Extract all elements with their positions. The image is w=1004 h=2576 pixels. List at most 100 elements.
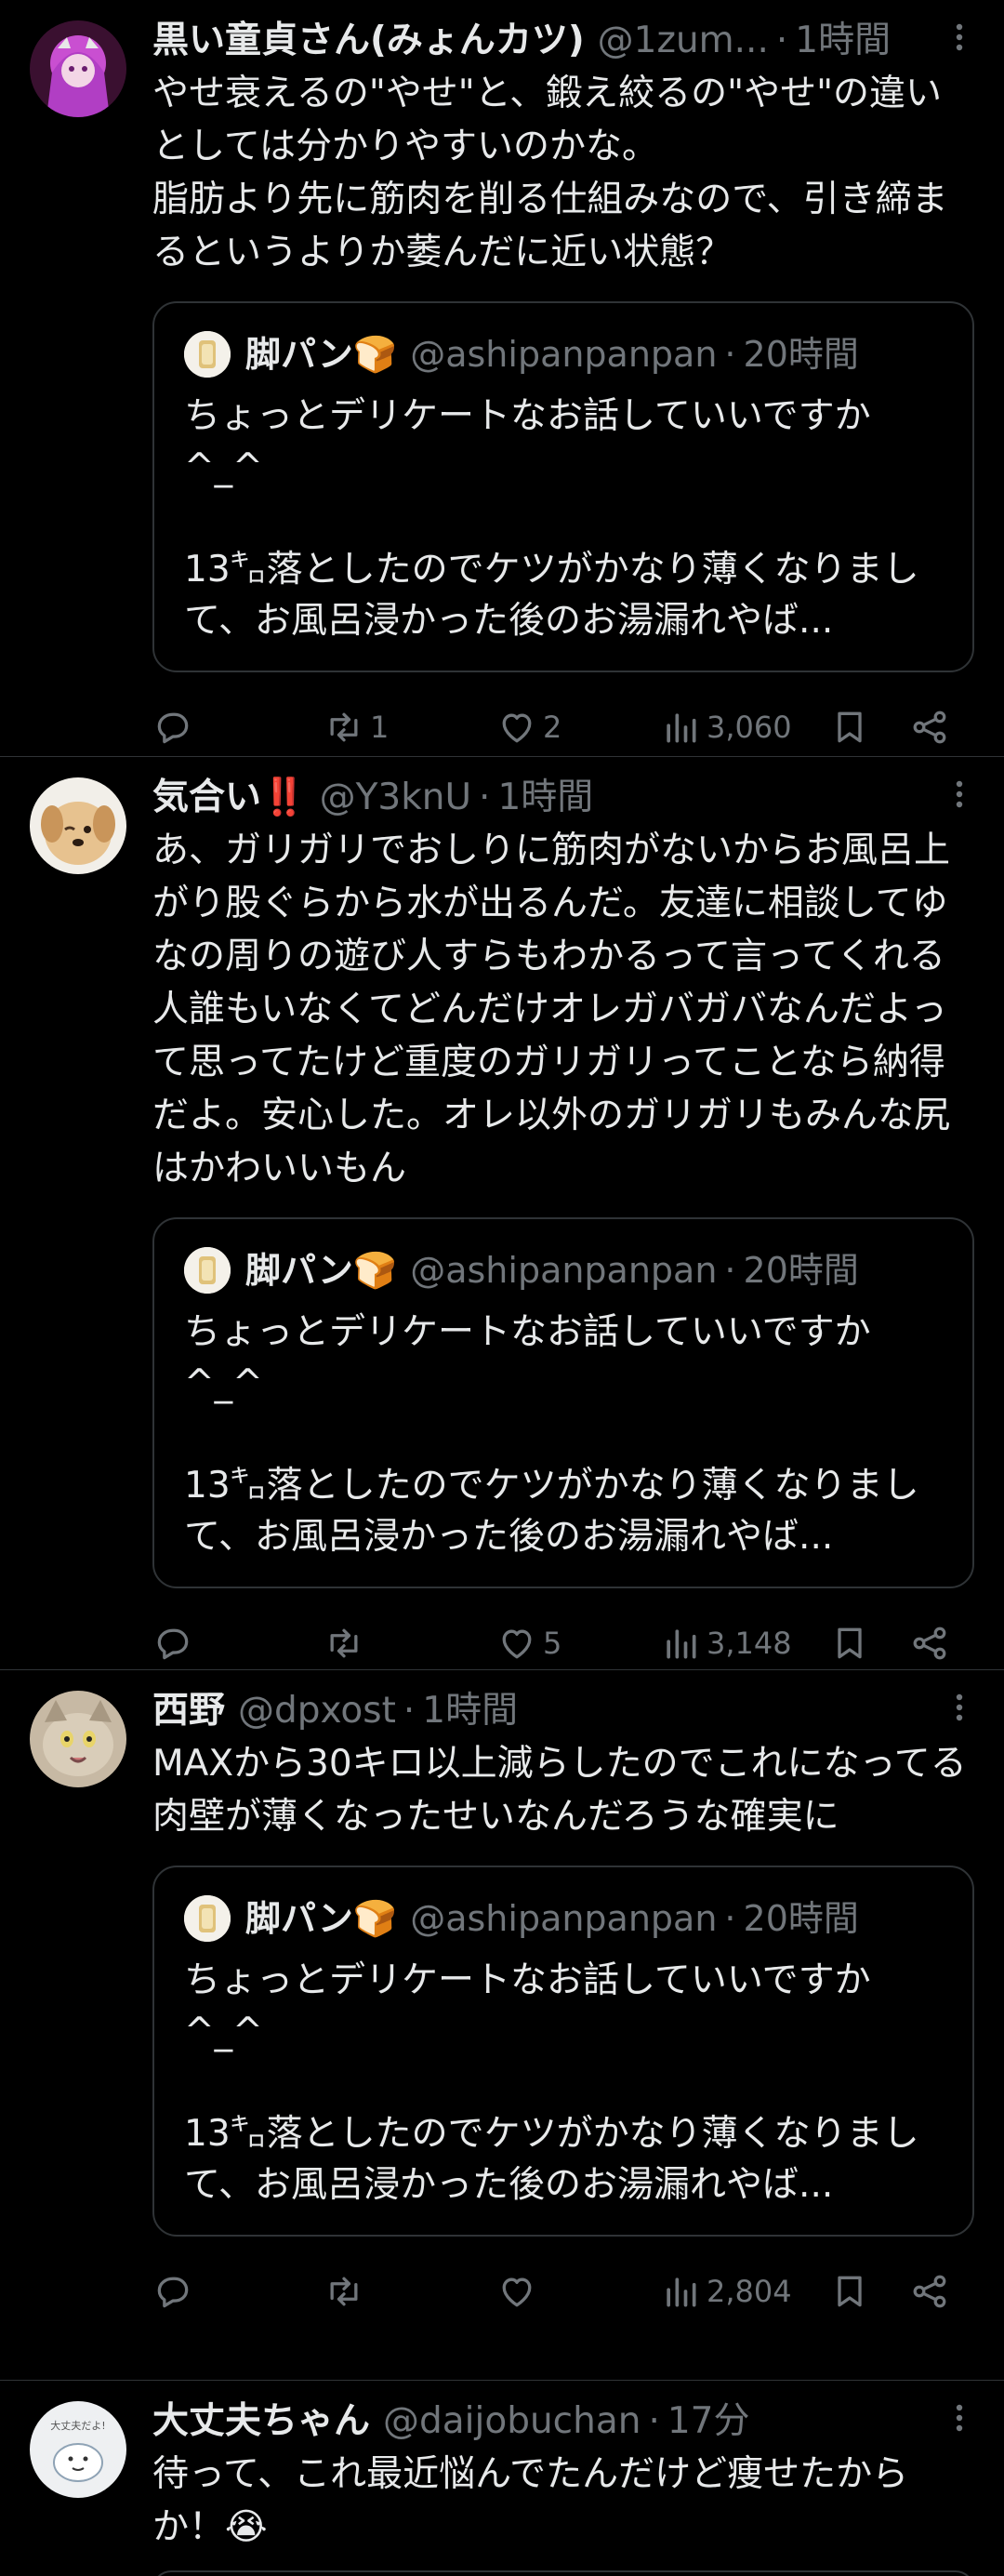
separator-dot: · — [775, 20, 788, 61]
share-button[interactable] — [909, 1620, 950, 1666]
avatar[interactable] — [30, 1691, 126, 1787]
like-count: 2 — [543, 710, 562, 745]
quoted-author-handle: @ashipanpanpan — [410, 1898, 718, 1939]
heart-icon — [502, 1629, 532, 1659]
like-button[interactable]: 5 — [496, 1620, 561, 1666]
post-header: 気合い‼️ @Y3knU · 1時間 — [152, 772, 976, 824]
quoted-post[interactable]: 脚パン🍞 @ashipanpanpan · 20時間 ちょっとデリケートなお話し… — [152, 1866, 974, 2237]
bookmark-button[interactable] — [829, 2268, 870, 2315]
author-handle[interactable]: @Y3knU — [320, 772, 471, 824]
share-button[interactable] — [909, 704, 950, 750]
quoted-post[interactable]: 脚パン🍞 @ashipanpanpan · 20時間 ちょっとデリケートなお話し… — [152, 301, 974, 672]
views-icon — [667, 713, 696, 743]
separator-dot: · — [724, 1898, 736, 1939]
author-name[interactable]: 気合い‼️ — [152, 772, 307, 824]
quoted-post-text: ちょっとデリケートなお話していいですか ^_^ 13㌔落としたのでケツがかなり薄… — [184, 395, 919, 642]
quoted-post-time: 20時間 — [743, 334, 859, 375]
quoted-post-text: ちょっとデリケートなお話していいですか ^_^ 13㌔落としたのでケツがかなり薄… — [184, 1959, 919, 2206]
post[interactable]: 気合い‼️ @Y3knU · 1時間 あ、ガリガリでおしりに筋肉がないからお風呂… — [0, 757, 1004, 1670]
post-time[interactable]: 17分 — [667, 2396, 750, 2448]
quoted-avatar — [184, 331, 231, 378]
views-button[interactable]: 3,060 — [660, 704, 792, 750]
reply-button[interactable] — [152, 2268, 193, 2315]
more-options-icon[interactable] — [941, 776, 978, 813]
retweet-icon — [330, 712, 358, 742]
retweet-count: 1 — [370, 710, 390, 745]
author-handle[interactable]: @daijobuchan — [383, 2396, 641, 2448]
views-icon — [667, 2277, 696, 2307]
separator-dot: · — [724, 334, 736, 375]
heart-icon — [502, 2277, 532, 2307]
post[interactable]: 大丈夫だよ! 大丈夫ちゃん @daijobuchan · 17分 待って、これ最… — [0, 2381, 1004, 2576]
bookmark-button[interactable] — [829, 704, 870, 750]
post-time[interactable]: 1時間 — [795, 15, 891, 67]
bookmark-button[interactable] — [829, 1620, 870, 1666]
reply-button[interactable] — [152, 1620, 193, 1666]
more-options-icon[interactable] — [941, 2399, 978, 2437]
avatar[interactable] — [30, 777, 126, 874]
quoted-post-time: 20時間 — [743, 1898, 859, 1939]
quoted-post[interactable]: 脚パン🍞 @ashipanpanpan · 20時間 ちょっとデリケートなお話し… — [152, 1217, 974, 1588]
avatar[interactable] — [30, 20, 126, 117]
author-handle[interactable]: @1zum... — [598, 15, 769, 67]
post[interactable]: 黒い童貞さん(みょんカツ) @1zum... · 1時間 やせ衰えるの"やせ"と… — [0, 0, 1004, 757]
share-icon — [913, 2275, 946, 2308]
retweet-button[interactable] — [324, 1620, 370, 1666]
quoted-post-header: 脚パン🍞 @ashipanpanpan · 20時間 — [184, 1245, 943, 1295]
quoted-author-name: 脚パン🍞 — [245, 1898, 398, 1939]
more-options-icon[interactable] — [941, 19, 978, 56]
views-count: 3,148 — [707, 1626, 792, 1661]
retweet-button[interactable]: 1 — [324, 704, 389, 750]
quoted-post-time: 20時間 — [743, 1250, 859, 1291]
reply-icon — [157, 712, 189, 744]
views-button[interactable]: 3,148 — [660, 1620, 792, 1666]
quoted-post-partial[interactable] — [152, 2570, 974, 2576]
like-button[interactable] — [496, 2268, 543, 2315]
retweet-icon — [330, 1628, 358, 1658]
bookmark-icon — [838, 711, 862, 743]
quoted-author-handle: @ashipanpanpan — [410, 334, 718, 375]
author-name[interactable]: 大丈夫ちゃん — [152, 2396, 370, 2448]
quoted-avatar — [184, 1895, 231, 1942]
views-button[interactable]: 2,804 — [660, 2268, 792, 2315]
post-text: あ、ガリガリでおしりに筋肉がないからお風呂上がり股ぐらから水が出るんだ。友達に相… — [152, 830, 951, 1189]
post-time[interactable]: 1時間 — [497, 772, 593, 824]
quoted-post-header: 脚パン🍞 @ashipanpanpan · 20時間 — [184, 329, 943, 379]
author-name[interactable]: 黒い童貞さん(みょんカツ) — [152, 15, 585, 67]
post-time[interactable]: 1時間 — [422, 1685, 518, 1737]
views-count: 2,804 — [707, 2274, 792, 2309]
author-name[interactable]: 西野 — [152, 1685, 225, 1737]
post-actions: 2,804 — [152, 2237, 976, 2346]
reply-icon — [157, 2277, 189, 2308]
post-text: 待って、これ最近悩んでたんだけど痩せたからか！😭 — [152, 2453, 909, 2548]
post-header: 西野 @dpxost · 1時間 — [152, 1685, 976, 1737]
reply-button[interactable] — [152, 704, 193, 750]
more-options-icon[interactable] — [941, 1689, 978, 1726]
bookmark-icon — [838, 1627, 862, 1659]
quoted-author-name: 脚パン🍞 — [245, 334, 398, 375]
share-icon — [913, 1627, 946, 1660]
quoted-post-header: 脚パン🍞 @ashipanpanpan · 20時間 — [184, 1893, 943, 1944]
share-button[interactable] — [909, 2268, 950, 2315]
post-header: 黒い童貞さん(みょんカツ) @1zum... · 1時間 — [152, 15, 976, 67]
post-text: やせ衰えるの"やせ"と、鍛え絞るの"やせ"の違いとしては分かりやすいのかな。 脂… — [152, 73, 948, 273]
author-handle[interactable]: @dpxost — [238, 1685, 396, 1737]
separator-dot: · — [724, 1250, 736, 1291]
separator-dot: · — [403, 1690, 416, 1732]
views-icon — [667, 1629, 696, 1659]
separator-dot: · — [479, 777, 491, 818]
retweet-icon — [330, 2277, 358, 2306]
like-button[interactable]: 2 — [496, 704, 561, 750]
avatar[interactable]: 大丈夫だよ! — [30, 2401, 126, 2498]
post[interactable]: 西野 @dpxost · 1時間 MAXから30キロ以上減らしたのでこれになって… — [0, 1670, 1004, 2381]
post-text: MAXから30キロ以上減らしたのでこれになってる 肉壁が薄くなったせいなんだろう… — [152, 1743, 1003, 1838]
timeline-feed: 黒い童貞さん(みょんカツ) @1zum... · 1時間 やせ衰えるの"やせ"と… — [0, 0, 1004, 2576]
heart-icon — [502, 713, 532, 743]
share-icon — [913, 710, 946, 744]
retweet-button[interactable] — [324, 2268, 370, 2315]
separator-dot: · — [648, 2400, 660, 2442]
quoted-author-name: 脚パン🍞 — [245, 1250, 398, 1291]
quoted-author-handle: @ashipanpanpan — [410, 1250, 718, 1291]
reply-icon — [157, 1628, 189, 1660]
quoted-post-text: ちょっとデリケートなお話していいですか ^_^ 13㌔落としたのでケツがかなり薄… — [184, 1311, 919, 1558]
